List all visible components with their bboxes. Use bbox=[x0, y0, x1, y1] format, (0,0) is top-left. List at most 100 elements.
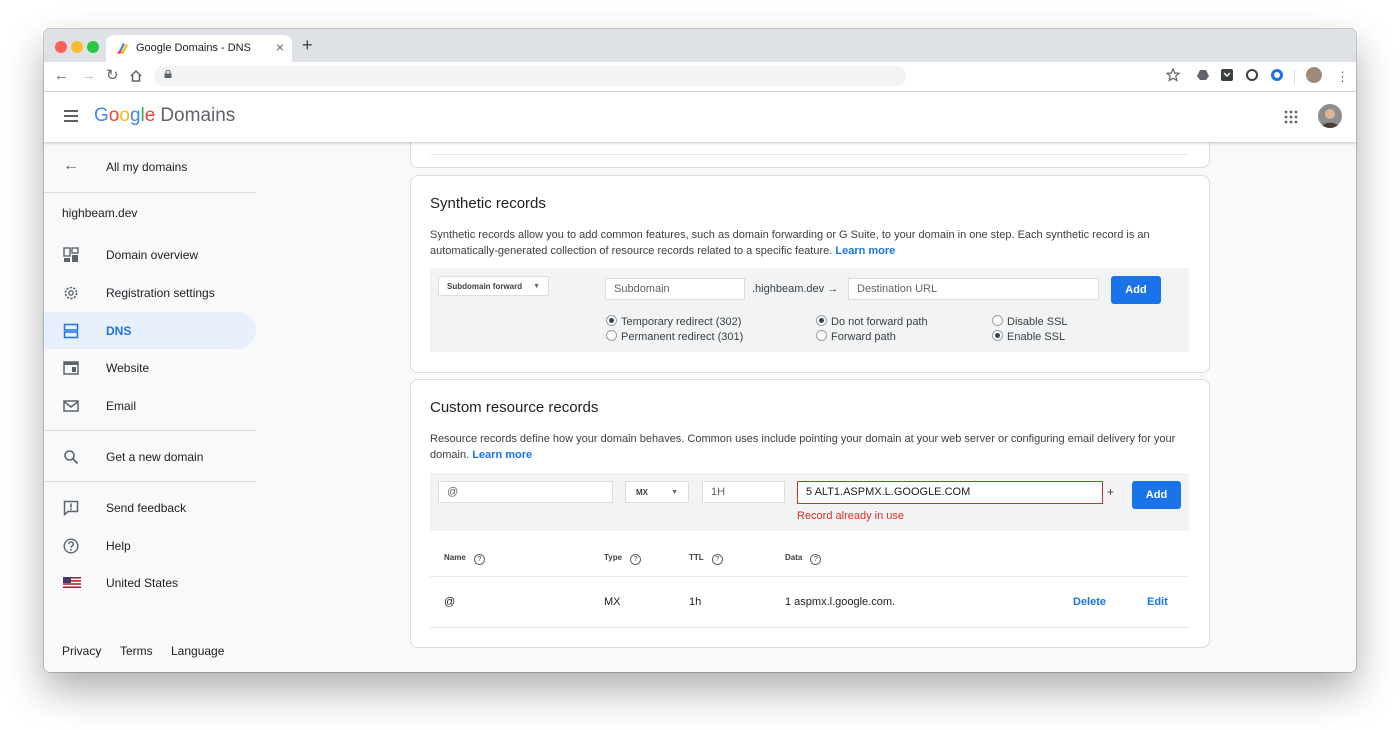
close-window-button[interactable] bbox=[55, 41, 67, 53]
sidebar-divider bbox=[44, 192, 256, 193]
help-icon bbox=[63, 538, 79, 554]
circle-extension-icon[interactable] bbox=[1245, 68, 1259, 82]
sidebar-divider bbox=[44, 481, 256, 482]
custom-records-card: Custom resource records Resource records… bbox=[410, 379, 1210, 648]
row-ttl: 1h bbox=[689, 596, 702, 608]
enable-ssl-radio[interactable]: Enable SSL bbox=[992, 330, 1065, 343]
browser-menu-icon[interactable]: ⋮ bbox=[1336, 68, 1349, 86]
row-data: 1 aspmx.l.google.com. bbox=[785, 596, 896, 608]
table-divider bbox=[430, 576, 1189, 577]
google-domains-logo[interactable]: Google Domains bbox=[94, 105, 235, 127]
synthetic-type-dropdown[interactable]: Subdomain forward ▼ bbox=[438, 276, 549, 296]
help-icon[interactable]: ? bbox=[473, 554, 485, 565]
sidebar: ← All my domains highbeam.dev Domain ove… bbox=[44, 142, 256, 672]
domain-suffix-label: .highbeam.dev → bbox=[752, 283, 839, 295]
record-data-input[interactable]: 5 ALT1.ASPMX.L.GOOGLE.COM bbox=[797, 481, 1103, 504]
do-not-forward-path-radio[interactable]: Do not forward path bbox=[816, 315, 928, 328]
disable-ssl-radio[interactable]: Disable SSL bbox=[992, 315, 1068, 328]
zoom-window-button[interactable] bbox=[87, 41, 99, 53]
footer-language-link[interactable]: Language bbox=[171, 644, 224, 658]
toolbar-divider bbox=[1294, 70, 1295, 84]
synthetic-learn-more-link[interactable]: Learn more bbox=[835, 245, 895, 257]
new-tab-button[interactable]: + bbox=[302, 35, 313, 56]
row-delete-button[interactable]: Delete bbox=[1073, 596, 1106, 608]
synthetic-add-button[interactable]: Add bbox=[1111, 276, 1161, 304]
footer-terms-link[interactable]: Terms bbox=[120, 644, 153, 658]
website-icon bbox=[63, 361, 79, 375]
sidebar-item-get-domain[interactable]: Get a new domain bbox=[44, 438, 256, 475]
record-error-message: Record already in use bbox=[797, 510, 905, 522]
sidebar-item-registration-settings[interactable]: Registration settings bbox=[44, 274, 256, 311]
sidebar-item-email[interactable]: Email bbox=[44, 387, 256, 424]
synthetic-record-form: Subdomain forward ▼ Subdomain .highbeam.d… bbox=[430, 268, 1189, 352]
custom-record-form: @ MX ▼ 1H 5 ALT1.ASPMX.L.GOOGLE.COM + Add… bbox=[430, 473, 1189, 531]
sidebar-item-country[interactable]: United States bbox=[44, 564, 256, 601]
app-header: Google Domains bbox=[44, 92, 1356, 142]
forward-arrow-icon[interactable]: → bbox=[81, 67, 96, 85]
record-ttl-input[interactable]: 1H bbox=[702, 481, 785, 503]
apps-grid-icon[interactable] bbox=[1284, 110, 1298, 124]
lock-icon bbox=[164, 70, 172, 78]
tab-title: Google Domains - DNS bbox=[136, 42, 251, 54]
drive-extension-icon[interactable] bbox=[1196, 68, 1210, 82]
tab-strip: Google Domains - DNS × + bbox=[44, 29, 1356, 62]
record-name-input[interactable]: @ bbox=[438, 481, 613, 503]
minimize-window-button[interactable] bbox=[71, 41, 83, 53]
column-header-name: Name? bbox=[444, 553, 485, 565]
dropdown-caret-icon: ▼ bbox=[533, 283, 540, 290]
row-type: MX bbox=[604, 596, 621, 608]
home-icon[interactable] bbox=[129, 69, 143, 83]
column-header-ttl: TTL? bbox=[689, 553, 723, 565]
custom-add-button[interactable]: Add bbox=[1132, 481, 1181, 509]
subdomain-input[interactable]: Subdomain bbox=[605, 278, 745, 300]
dashboard-icon bbox=[63, 247, 79, 262]
profile-avatar-icon[interactable] bbox=[1306, 67, 1322, 83]
sidebar-item-domain-overview[interactable]: Domain overview bbox=[44, 236, 256, 273]
feedback-icon bbox=[63, 500, 79, 516]
help-icon[interactable]: ? bbox=[810, 554, 822, 565]
temporary-redirect-radio[interactable]: Temporary redirect (302) bbox=[606, 315, 741, 328]
row-name: @ bbox=[444, 596, 456, 608]
sidebar-divider bbox=[44, 430, 256, 431]
custom-records-title: Custom resource records bbox=[430, 399, 599, 416]
pocket-extension-icon[interactable] bbox=[1220, 68, 1234, 82]
row-edit-button[interactable]: Edit bbox=[1147, 596, 1168, 608]
account-avatar[interactable] bbox=[1318, 104, 1342, 128]
bookmark-star-icon[interactable] bbox=[1166, 68, 1180, 82]
synthetic-records-title: Synthetic records bbox=[430, 195, 546, 212]
custom-records-description: Resource records define how your domain … bbox=[430, 433, 1176, 461]
sidebar-item-help[interactable]: Help bbox=[44, 527, 256, 564]
back-arrow-icon: ← bbox=[63, 157, 79, 174]
custom-learn-more-link[interactable]: Learn more bbox=[472, 449, 532, 461]
column-header-data: Data? bbox=[785, 553, 822, 565]
browser-tab[interactable]: Google Domains - DNS × bbox=[106, 35, 292, 62]
tab-close-icon[interactable]: × bbox=[276, 39, 284, 55]
forward-path-radio[interactable]: Forward path bbox=[816, 330, 896, 343]
hamburger-menu-icon[interactable] bbox=[64, 110, 78, 125]
shield-extension-icon[interactable] bbox=[1270, 68, 1284, 82]
synthetic-records-card: Synthetic records Synthetic records allo… bbox=[410, 175, 1210, 373]
settings-icon bbox=[64, 286, 78, 300]
email-icon bbox=[63, 400, 79, 412]
permanent-redirect-radio[interactable]: Permanent redirect (301) bbox=[606, 330, 743, 343]
dns-icon bbox=[63, 323, 79, 339]
sidebar-item-send-feedback[interactable]: Send feedback bbox=[44, 489, 256, 526]
footer-privacy-link[interactable]: Privacy bbox=[62, 644, 101, 658]
domain-name: highbeam.dev bbox=[62, 206, 138, 220]
us-flag-icon bbox=[63, 577, 81, 588]
help-icon[interactable]: ? bbox=[630, 554, 642, 565]
address-bar[interactable] bbox=[154, 66, 906, 86]
column-header-type: Type? bbox=[604, 553, 642, 565]
table-divider bbox=[430, 627, 1189, 628]
sidebar-item-website[interactable]: Website bbox=[44, 349, 256, 386]
help-icon[interactable]: ? bbox=[711, 554, 723, 565]
google-domains-favicon-icon bbox=[117, 43, 128, 54]
reload-icon[interactable]: ↻ bbox=[106, 67, 119, 85]
add-data-plus-button[interactable]: + bbox=[1107, 485, 1114, 499]
sidebar-item-dns[interactable]: DNS bbox=[44, 312, 256, 349]
browser-window: Google Domains - DNS × + ← → ↻ ⋮ Google … bbox=[44, 29, 1356, 672]
destination-url-input[interactable]: Destination URL bbox=[848, 278, 1099, 300]
back-arrow-icon[interactable]: ← bbox=[54, 67, 69, 85]
sidebar-item-all-domains[interactable]: ← All my domains bbox=[44, 148, 256, 185]
record-type-dropdown[interactable]: MX ▼ bbox=[625, 481, 689, 503]
